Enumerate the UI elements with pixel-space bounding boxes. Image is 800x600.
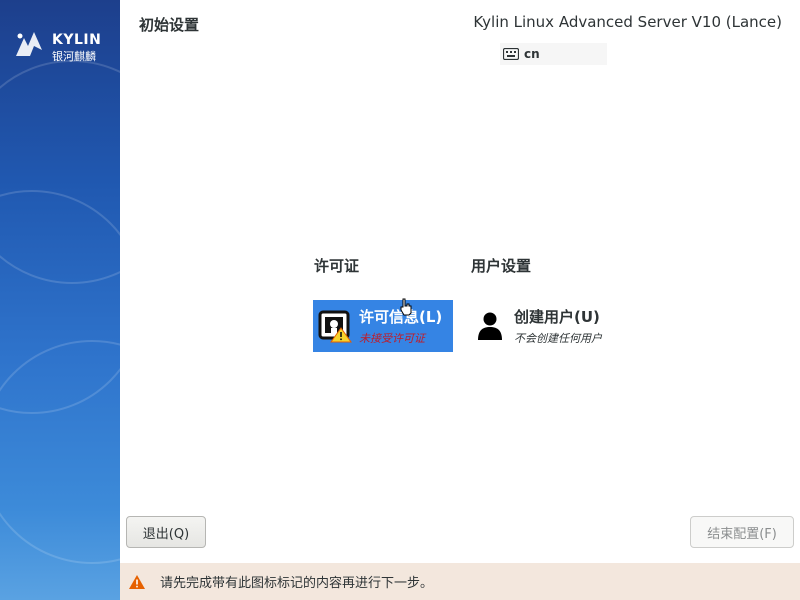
- product-title: Kylin Linux Advanced Server V10 (Lance): [473, 13, 782, 31]
- warning-bar: 请先完成带有此图标标记的内容再进行下一步。: [120, 563, 800, 600]
- keyboard-icon: [503, 48, 519, 60]
- spoke-create-user-label: 创建用户(U): [514, 308, 600, 326]
- warning-text: 请先完成带有此图标标记的内容再进行下一步。: [160, 576, 434, 591]
- spoke-license-status: 未接受许可证: [359, 332, 425, 345]
- category-title-license: 许可证: [314, 257, 360, 275]
- kylin-emblem-icon: [16, 32, 42, 56]
- page-title: 初始设置: [139, 16, 200, 34]
- warning-icon: [129, 574, 145, 589]
- keyboard-layout-indicator[interactable]: cn: [500, 43, 607, 65]
- logo-subtext: 银河麒麟: [52, 50, 96, 63]
- finish-configuration-button[interactable]: 结束配置(F): [690, 516, 794, 548]
- spoke-license-information[interactable]: 许可信息(L) 未接受许可证: [313, 300, 453, 352]
- kylin-logo: KYLIN 银河麒麟: [12, 28, 112, 64]
- category-title-user-settings: 用户设置: [471, 257, 532, 275]
- spoke-create-user-status: 不会创建任何用户: [514, 332, 602, 345]
- sidebar: KYLIN 银河麒麟: [0, 0, 120, 600]
- hand-cursor-icon: [400, 298, 412, 316]
- quit-button[interactable]: 退出(Q): [126, 516, 206, 548]
- keyboard-layout-label: cn: [524, 47, 540, 61]
- user-icon: [470, 306, 510, 346]
- sidebar-decoration: [0, 340, 120, 564]
- logo-text: KYLIN: [52, 32, 102, 48]
- spoke-create-user[interactable]: 创建用户(U) 不会创建任何用户: [470, 300, 630, 352]
- spoke-labels: 创建用户(U) 不会创建任何用户: [514, 306, 602, 346]
- license-warning-icon: [315, 306, 355, 346]
